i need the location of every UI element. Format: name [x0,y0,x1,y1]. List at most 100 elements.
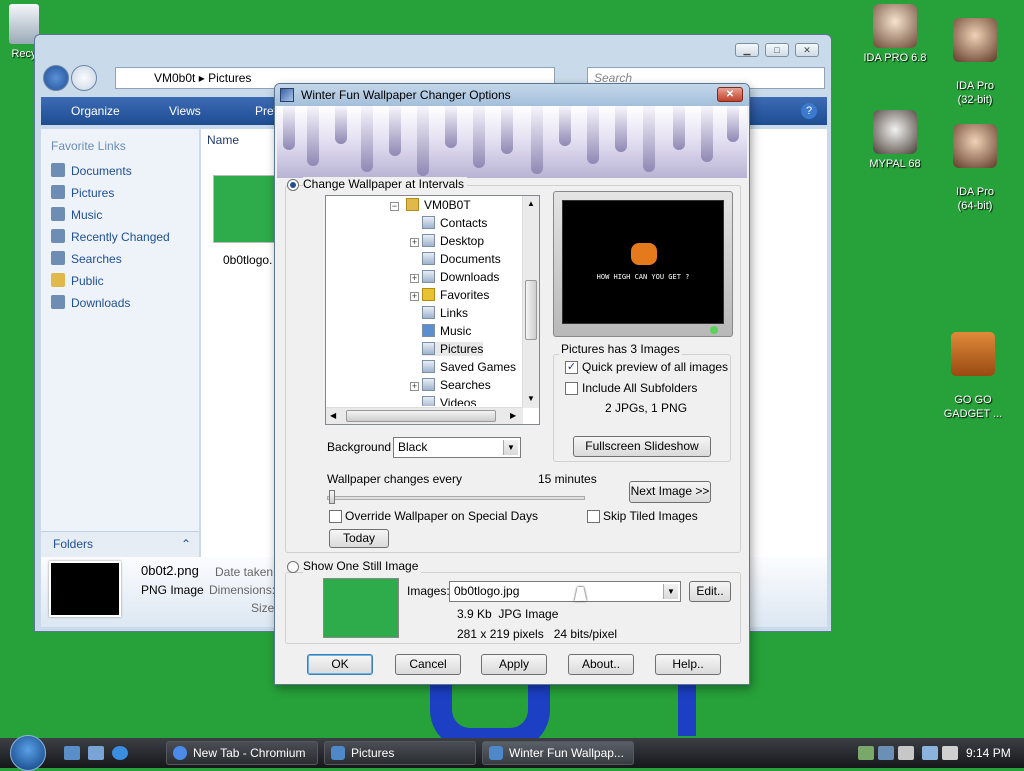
sidebar-item-pictures[interactable]: Pictures [51,185,114,200]
views-button[interactable]: Views [169,104,201,118]
scroll-down-icon[interactable]: ▼ [527,394,535,403]
intervals-radio-label[interactable]: Change Wallpaper at Intervals [303,177,467,191]
interval-slider-thumb[interactable] [329,490,335,504]
about-button[interactable]: About.. [568,654,634,675]
file-thumbnail[interactable] [213,175,277,243]
next-image-button[interactable]: Next Image >> [629,481,711,503]
background-label: Background [327,440,392,454]
help-icon[interactable]: ? [801,103,817,119]
skip-tiled-checkbox[interactable] [587,510,600,523]
tree-horizontal-scrollbar[interactable]: ◀ ▶ [326,407,523,424]
folders-toggle[interactable]: Folders ⌃ [41,531,199,557]
intervals-radio[interactable] [287,179,299,191]
switch-windows-icon[interactable] [88,746,104,760]
tree-vertical-scrollbar[interactable]: ▲ ▼ [522,196,539,408]
tree-item-videos[interactable]: Videos [422,396,476,406]
folder-tree[interactable]: − VM0B0T Contacts + Desktop Documents + … [325,195,540,425]
start-button[interactable] [10,735,46,771]
fullscreen-slideshow-button[interactable]: Fullscreen Slideshow [573,436,711,457]
forward-button[interactable] [71,65,97,91]
desktop-icon-gogo-gadget[interactable]: GO GO GADGET ... [938,318,1008,421]
tree-item-desktop[interactable]: Desktop [422,234,484,248]
breadcrumb-1[interactable]: VM0b0t [154,71,195,85]
apply-button[interactable]: Apply [481,654,547,675]
tree-item-downloads[interactable]: Downloads [422,270,499,284]
collapse-icon[interactable]: − [390,202,399,211]
ida68-label: IDA PRO 6.8 [863,52,927,64]
tree-item-music[interactable]: Music [422,324,471,338]
desktop-icon-ida64[interactable]: IDA Pro (64-bit) [940,110,1010,213]
cancel-button[interactable]: Cancel [395,654,461,675]
tree-item-searches[interactable]: Searches [422,378,491,392]
sidebar-item-downloads[interactable]: Downloads [51,295,130,310]
tree-item-saved-games[interactable]: Saved Games [422,360,516,374]
maximize-button[interactable]: □ [765,43,789,57]
task-chromium[interactable]: New Tab - Chromium [166,741,318,765]
close-icon[interactable]: ✕ [717,87,743,102]
breadcrumb-2[interactable]: Pictures [208,71,251,85]
wallpaper-changer-dialog[interactable]: Winter Fun Wallpaper Changer Options ✕ C… [274,83,750,685]
minimize-button[interactable]: ▁ [735,43,759,57]
downloads-icon [51,295,65,309]
scroll-up-icon[interactable]: ▲ [527,199,535,208]
sidebar-item-music[interactable]: Music [51,207,102,222]
expand-icon[interactable]: + [410,292,419,301]
task-pictures[interactable]: Pictures [324,741,476,765]
skip-tiled-label[interactable]: Skip Tiled Images [603,509,698,523]
include-subfolders-label[interactable]: Include All Subfolders [582,381,697,395]
desktop-icon-ida68[interactable]: IDA PRO 6.8 [860,4,930,65]
tree-item-favorites[interactable]: Favorites [422,288,489,302]
scroll-thumb[interactable] [346,410,496,422]
tray-icon[interactable] [898,746,914,760]
network-icon[interactable] [922,746,938,760]
still-image-radio[interactable] [287,561,299,573]
tree-item-pictures[interactable]: Pictures [422,342,484,356]
volume-icon[interactable] [942,746,958,760]
sidebar-item-searches[interactable]: Searches [51,251,122,266]
background-select[interactable]: Black ▼ [393,437,521,458]
scroll-left-icon[interactable]: ◀ [330,411,336,420]
expand-icon[interactable]: + [410,382,419,391]
still-image-radio-label[interactable]: Show One Still Image [303,559,422,573]
include-subfolders-checkbox[interactable] [565,382,578,395]
sidebar-item-recently-changed[interactable]: Recently Changed [51,229,170,244]
dialog-titlebar[interactable]: Winter Fun Wallpaper Changer Options ✕ [275,84,749,106]
scroll-thumb[interactable] [525,280,537,340]
desktop-icon-ida32[interactable]: IDA Pro (32-bit) [940,4,1010,107]
interval-slider-track[interactable] [327,496,585,500]
task-wallpaper-changer[interactable]: Winter Fun Wallpap... [482,741,634,765]
sidebar-item-public[interactable]: Public [51,273,104,288]
close-button[interactable]: ✕ [795,43,819,57]
clock[interactable]: 9:14 PM [966,746,1011,760]
tree-item-documents[interactable]: Documents [422,252,501,266]
organize-button[interactable]: Organize [71,104,120,118]
changes-every-label: Wallpaper changes every [327,472,462,486]
tree-item-contacts[interactable]: Contacts [422,216,487,230]
show-desktop-icon[interactable] [64,746,80,760]
chromium-icon [173,746,187,760]
tree-item-links[interactable]: Links [422,306,468,320]
scroll-right-icon[interactable]: ▶ [510,411,516,420]
tray-icon[interactable] [878,746,894,760]
desktop-icon-mypal[interactable]: MYPAL 68 [860,110,930,171]
preview-screen: HOW HIGH CAN YOU GET ? [562,200,724,324]
column-header-name[interactable]: Name [207,133,239,147]
edit-button[interactable]: Edit.. [689,581,731,602]
tray-icon[interactable] [858,746,874,760]
quick-preview-label[interactable]: Quick preview of all images [582,360,728,374]
back-button[interactable] [43,65,69,91]
override-special-label[interactable]: Override Wallpaper on Special Days [345,509,538,523]
expand-icon[interactable]: + [410,274,419,283]
help-button[interactable]: Help.. [655,654,721,675]
today-button[interactable]: Today [329,529,389,548]
override-special-checkbox[interactable] [329,510,342,523]
images-select[interactable]: 0b0tlogo.jpg ▼ [449,581,681,602]
expand-icon[interactable]: + [410,238,419,247]
file-counts: 2 JPGs, 1 PNG [605,401,688,415]
quick-preview-checkbox[interactable]: ✓ [565,361,578,374]
tree-root[interactable]: VM0B0T [406,198,471,212]
file-item-label[interactable]: 0b0tlogo. [223,253,272,267]
internet-explorer-icon[interactable] [112,746,128,760]
ok-button[interactable]: OK [307,654,373,675]
sidebar-item-documents[interactable]: Documents [51,163,132,178]
